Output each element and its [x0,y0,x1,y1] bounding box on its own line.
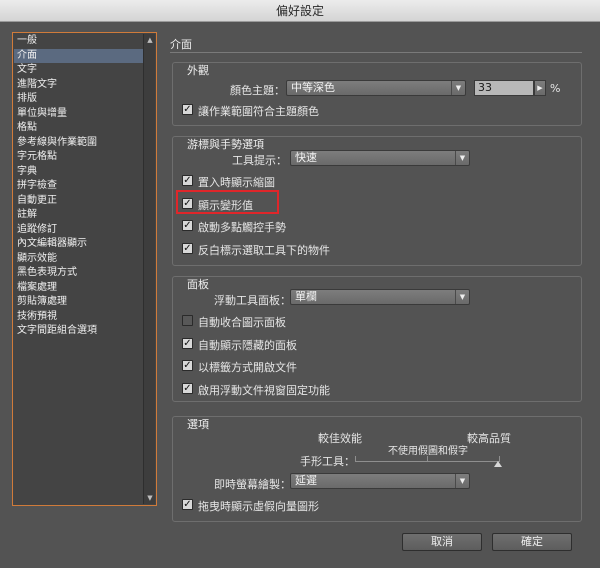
hand-tool-label: 手形工具： [300,455,355,468]
check-icon[interactable]: ✓ [182,104,193,115]
window-title: 偏好設定 [0,0,600,22]
option-label: 自動收合圖示面板 [198,316,286,329]
sidebar-item[interactable]: 排版 [14,92,143,107]
theme-value: 中等深色 [291,81,335,94]
option-checkbox[interactable]: ✓ 自動顯示隱藏的面板 [182,337,412,352]
sidebar-item[interactable]: 格點 [14,121,143,136]
option-label: 反白標示選取工具下的物件 [198,243,330,257]
hand-tool-value: 不使用假圖和假字 [388,446,468,457]
options-group-title: 選項 [187,418,209,431]
option-label: 以標籤方式開啟文件 [198,361,297,374]
hand-tool-slider[interactable] [355,461,500,462]
panels-group-title: 面板 [187,278,209,291]
match-pasteboard-label: 讓作業範圍符合主題顏色 [198,105,319,118]
theme-label: 顏色主題： [230,84,285,97]
cancel-button[interactable]: 取消 [402,533,482,551]
check-icon[interactable]: ✓ [182,220,193,231]
match-pasteboard-checkbox[interactable]: ✓ 讓作業範圍符合主題顏色 [182,103,382,118]
brightness-field[interactable]: 33 [474,80,534,96]
sidebar-item[interactable]: 文字間距組合選項 [14,324,143,339]
sidebar-item[interactable]: 拼字檢查 [14,179,143,194]
check-icon[interactable]: ✓ [182,175,193,186]
tooltips-label: 工具提示： [232,154,287,167]
sidebar-item[interactable]: 參考線與作業範圍 [14,136,143,151]
option-label: 自動顯示隱藏的面板 [198,338,297,352]
sidebar-item[interactable]: 自動更正 [14,194,143,209]
sidebar-item[interactable]: 字典 [14,165,143,180]
chevron-down-icon: ▼ [455,151,469,165]
live-redraw-dropdown[interactable]: 延遲 ▼ [290,473,470,489]
sidebar: 一般 介面 文字 進階文字 排版 單位與增量 格點 參考線與作業範圍 字元格點 字典 拼字檢查 自動更… [12,32,157,506]
checkbox-empty-icon[interactable] [182,315,193,326]
slider-tick [355,456,356,461]
check-icon[interactable]: ✓ [182,382,193,394]
sidebar-item[interactable]: 進階文字 [14,78,143,93]
chevron-down-icon: ▼ [455,290,469,304]
higher-quality-label: 較高品質 [467,432,511,445]
sidebar-item[interactable]: 顯示效能 [14,252,143,267]
sidebar-item[interactable]: 註解 [14,208,143,223]
better-performance-label: 較佳效能 [318,432,362,445]
sidebar-item[interactable]: 檔案處理 [14,281,143,296]
sidebar-list: 一般 介面 文字 進階文字 排版 單位與增量 格點 參考線與作業範圍 字元格點 字典 拼字檢查 自動更… [14,34,143,339]
theme-dropdown[interactable]: 中等深色 ▼ [286,80,466,96]
sidebar-item[interactable]: 追蹤修訂 [14,223,143,238]
scroll-down-icon[interactable]: ▼ [144,492,156,504]
highlight-annotation [176,190,279,214]
option-checkbox[interactable]: ✓ 反白標示選取工具下的物件 [182,242,412,257]
brightness-spin-icon[interactable]: ▶ [534,80,546,96]
ok-button[interactable]: 確定 [492,533,572,551]
chevron-down-icon: ▼ [451,81,465,95]
preferences-window: 偏好設定 一般 介面 文字 進階文字 排版 單位與增量 格點 參考線與作業範圍 字元格點 字典 拼字… [0,0,600,568]
floating-tools-value: 單欄 [295,290,317,303]
option-label: 啟用浮動文件視窗固定功能 [198,383,330,397]
slider-tick [427,456,428,461]
floating-tools-dropdown[interactable]: 單欄 ▼ [290,289,470,305]
sidebar-item[interactable]: 一般 [14,34,143,49]
sidebar-item[interactable]: 剪貼簿處理 [14,295,143,310]
greek-vector-checkbox[interactable]: ✓ 拖曳時顯示虛假向量圖形 [182,498,402,513]
cursor-gesture-group-title: 游標與手勢選項 [187,138,264,151]
check-icon[interactable]: ✓ [182,360,193,371]
sidebar-item[interactable]: 內文編輯器顯示 [14,237,143,252]
option-checkbox[interactable]: ✓ 置入時顯示縮圖 [182,174,412,189]
sidebar-item[interactable]: 字元格點 [14,150,143,165]
sidebar-item[interactable]: 技術預視 [14,310,143,325]
check-icon[interactable]: ✓ [182,499,193,510]
option-label: 置入時顯示縮圖 [198,176,275,189]
check-icon[interactable]: ✓ [182,242,193,254]
sidebar-item[interactable]: 文字 [14,63,143,78]
tooltips-value: 快速 [295,151,317,164]
chevron-down-icon: ▼ [455,474,469,488]
title-divider [170,52,582,53]
percent-sign: % [550,82,561,95]
slider-thumb[interactable] [494,461,502,467]
option-checkbox[interactable]: ✓ 以標籤方式開啟文件 [182,359,412,374]
check-icon[interactable]: ✓ [182,337,193,349]
option-label: 啟動多點觸控手勢 [198,221,286,234]
option-checkbox[interactable]: 自動收合圖示面板 [182,314,412,329]
option-checkbox[interactable]: ✓ 啟動多點觸控手勢 [182,219,412,234]
page-title: 介面 [170,38,192,51]
floating-tools-label: 浮動工具面板： [214,294,291,307]
live-redraw-label: 即時螢幕繪製： [214,478,291,491]
scroll-up-icon[interactable]: ▲ [144,34,156,46]
sidebar-scrollbar[interactable]: ▲ ▼ [143,34,155,504]
appearance-group-title: 外觀 [187,64,209,77]
sidebar-item[interactable]: 介面 [14,48,143,63]
sidebar-item[interactable]: 黑色表現方式 [14,266,143,281]
sidebar-item[interactable]: 單位與增量 [14,107,143,122]
live-redraw-value: 延遲 [295,474,317,487]
tooltips-dropdown[interactable]: 快速 ▼ [290,150,470,166]
option-checkbox[interactable]: ✓ 啟用浮動文件視窗固定功能 [182,382,412,397]
greek-vector-label: 拖曳時顯示虛假向量圖形 [198,500,319,513]
